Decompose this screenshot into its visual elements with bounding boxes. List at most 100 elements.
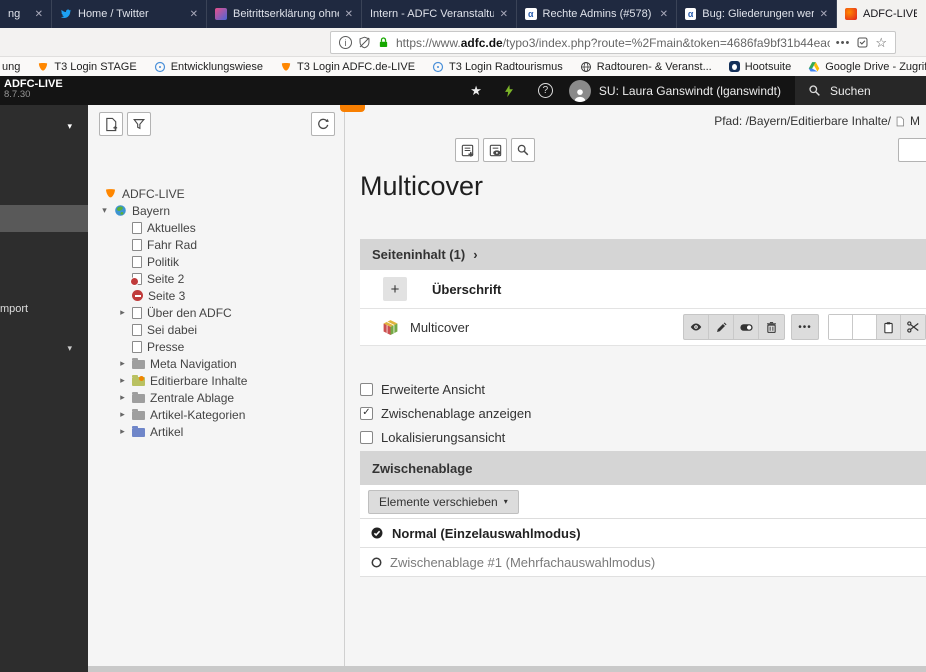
view-options: Erweiterte Ansicht ✓ Zwischenablage anze… (360, 377, 531, 449)
tab-close-icon[interactable]: ✕ (500, 9, 508, 20)
typo3-icon (280, 61, 292, 73)
partial-input[interactable] (898, 138, 926, 162)
folder-icon (132, 358, 145, 369)
checkbox-zwischenablage-anzeigen[interactable]: ✓ Zwischenablage anzeigen (360, 401, 531, 425)
clipboard-mode-normal[interactable]: Normal (Einzelauswahlmodus) (360, 519, 926, 548)
avatar[interactable] (568, 79, 591, 102)
filter-button[interactable] (127, 112, 151, 136)
content-element-row[interactable]: Multicover ••• (360, 309, 926, 346)
chevron-down-icon[interactable]: ▾ (67, 343, 72, 354)
expand-closed-icon[interactable]: ▸ (118, 375, 127, 386)
expand-open-icon[interactable]: ▾ (100, 205, 109, 216)
bookmark-item[interactable]: Hootsuite (728, 61, 791, 73)
expand-closed-icon[interactable]: ▸ (118, 358, 127, 369)
checkbox-checked[interactable]: ✓ (360, 406, 373, 420)
copy-button[interactable] (877, 315, 901, 339)
browser-tab[interactable]: α Rechte Admins (#578) - ✕ (517, 0, 677, 28)
checkbox-erweiterte-ansicht[interactable]: Erweiterte Ansicht (360, 377, 531, 401)
help-icon[interactable]: ? (537, 83, 553, 98)
tree-item[interactable]: Seite 2 (88, 270, 344, 287)
page-path: Pfad: /Bayern/Editierbare Inhalte/ Multi… (714, 114, 920, 128)
chevron-right-icon: › (473, 247, 478, 262)
eye-icon (690, 323, 702, 331)
bookmarks-icon[interactable]: ★ (470, 83, 482, 99)
shield-icon[interactable] (358, 36, 371, 49)
add-content-button[interactable]: + (383, 277, 407, 301)
tree-item[interactable]: Fahr Rad (88, 236, 344, 253)
clipboard-action-group (828, 314, 926, 340)
clear-cache-bolt-icon[interactable] (502, 83, 516, 99)
view-page-button[interactable] (483, 138, 507, 162)
tree-item[interactable]: Sei dabei (88, 321, 344, 338)
expand-closed-icon[interactable]: ▸ (118, 409, 127, 420)
tree-item[interactable]: Presse (88, 338, 344, 355)
topbar-search[interactable]: Suchen (795, 76, 926, 105)
tree-item[interactable]: Aktuelles (88, 219, 344, 236)
browser-tab[interactable]: Home / Twitter ✕ (52, 0, 207, 28)
bookmark-item[interactable]: Radtouren- & Veranst... (580, 61, 712, 73)
cut-button[interactable] (901, 315, 925, 339)
tab-close-icon[interactable]: ✕ (820, 9, 828, 20)
tab-close-icon[interactable]: ✕ (345, 9, 353, 20)
new-page-button[interactable] (99, 112, 123, 136)
delete-button[interactable] (759, 315, 784, 339)
checkbox-lokalisierungsansicht[interactable]: Lokalisierungsansicht (360, 425, 531, 449)
page-path-title: Multicover (910, 114, 920, 128)
move-down-button[interactable] (853, 315, 877, 339)
chevron-down-icon[interactable]: ▾ (67, 121, 72, 132)
browser-tab-active[interactable]: ADFC-LIVE (837, 0, 926, 28)
tab-close-icon[interactable]: ✕ (190, 9, 198, 20)
hide-toggle-button[interactable] (734, 315, 759, 339)
browser-tab[interactable]: Beitrittserklärung ohne ✕ (207, 0, 362, 28)
tab-close-icon[interactable]: ✕ (660, 9, 668, 20)
clipboard-mode-1[interactable]: Zwischenablage #1 (Mehrfachauswahlmodus) (360, 548, 926, 577)
bookmark-item[interactable]: T3 Login Radtourismus (432, 61, 563, 73)
browser-tab[interactable]: Intern - ADFC Veranstaltung ✕ (362, 0, 517, 28)
tree-item[interactable]: Politik (88, 253, 344, 270)
active-module-highlight[interactable] (0, 205, 88, 232)
bookmark-item[interactable]: Entwicklungswiese (154, 61, 263, 73)
tab-close-icon[interactable]: ✕ (35, 9, 43, 20)
bookmark-item[interactable]: T3 Login ADFC.de-LIVE (280, 61, 415, 73)
tree-item[interactable]: ▸ Meta Navigation (88, 355, 344, 372)
page-info-icon[interactable]: i (339, 36, 352, 49)
expand-closed-icon[interactable]: ▸ (118, 307, 127, 318)
tree-item[interactable]: ▸ Artikel-Kategorien (88, 406, 344, 423)
tree-item-root[interactable]: ADFC-LIVE (88, 185, 344, 202)
bookmark-item[interactable]: ung (2, 61, 20, 73)
edit-button[interactable] (709, 315, 734, 339)
tree-item[interactable]: ▾ Bayern (88, 202, 344, 219)
search-button[interactable] (511, 138, 535, 162)
new-record-button[interactable] (455, 138, 479, 162)
more-actions-button[interactable]: ••• (791, 314, 819, 340)
logged-in-user[interactable]: SU: Laura Ganswindt (lganswindt) (599, 84, 781, 98)
bookmark-item[interactable]: T3 Login STAGE (37, 61, 137, 73)
browser-tab[interactable]: α Bug: Gliederungen werd ✕ (677, 0, 837, 28)
section-seiteninhalt[interactable]: Seiteninhalt (1) › (360, 239, 926, 270)
tree-item[interactable]: ▸ Über den ADFC (88, 304, 344, 321)
module-label-partial[interactable]: mport (0, 303, 28, 315)
checkbox[interactable] (360, 382, 373, 396)
tree-item[interactable]: ▸ Editierbare Inhalte (88, 372, 344, 389)
tree-item[interactable]: ▸ Artikel (88, 423, 344, 440)
move-up-button[interactable] (829, 315, 853, 339)
folder-icon (132, 426, 145, 437)
refresh-tree-button[interactable] (311, 112, 335, 136)
bookmark-label: Google Drive - Zugriff... (825, 60, 926, 73)
bookmark-item[interactable]: Google Drive - Zugriff... (808, 61, 926, 73)
library-icon[interactable] (856, 36, 869, 49)
browser-tab[interactable]: ng ✕ (0, 0, 52, 28)
view-button[interactable] (684, 315, 709, 339)
page-actions-icon[interactable]: ••• (836, 37, 851, 49)
move-elements-dropdown[interactable]: Elemente verschieben ▾ (368, 489, 519, 514)
tree-item[interactable]: Seite 3 (88, 287, 344, 304)
address-bar[interactable]: i https://www.adfc.de/typo3/index.php?ro… (330, 31, 896, 54)
checkbox[interactable] (360, 430, 373, 444)
expand-closed-icon[interactable]: ▸ (118, 426, 127, 437)
search-icon (809, 85, 820, 96)
otrs-icon: α (685, 8, 697, 20)
expand-closed-icon[interactable]: ▸ (118, 392, 127, 403)
bookmark-star-icon[interactable]: ☆ (875, 35, 887, 51)
url-text[interactable]: https://www.adfc.de/typo3/index.php?rout… (396, 36, 830, 50)
tree-item[interactable]: ▸ Zentrale Ablage (88, 389, 344, 406)
